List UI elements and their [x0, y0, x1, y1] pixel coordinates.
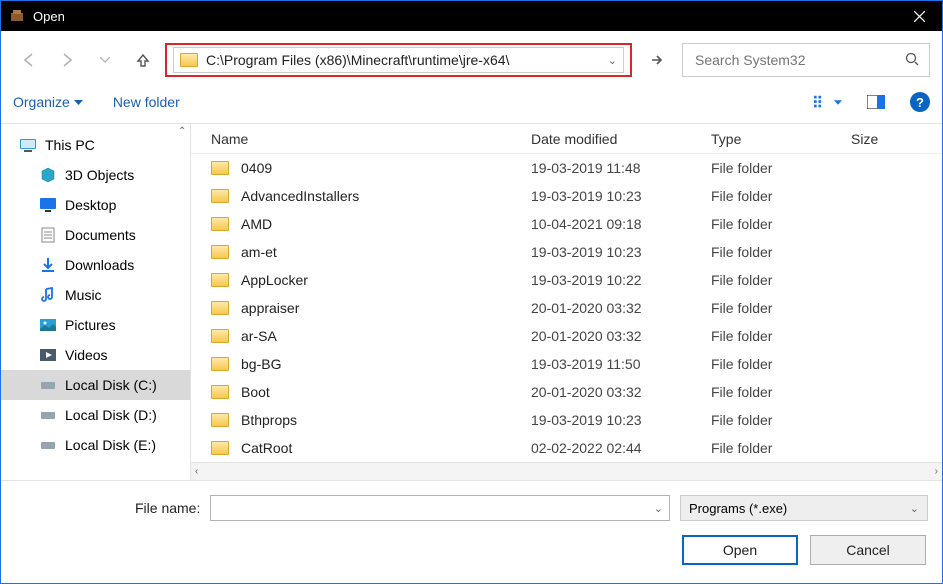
videos-icon [39, 346, 57, 364]
tree-item-downloads[interactable]: Downloads [1, 250, 190, 280]
file-row[interactable]: AdvancedInstallers19-03-2019 10:23File f… [191, 182, 942, 210]
folder-icon [211, 301, 229, 315]
file-row[interactable]: bg-BG19-03-2019 11:50File folder [191, 350, 942, 378]
open-button[interactable]: Open [682, 535, 798, 565]
app-icon [9, 8, 25, 24]
file-row[interactable]: CatRoot02-02-2022 02:44File folder [191, 434, 942, 462]
scroll-right-icon[interactable]: › [935, 466, 938, 477]
file-rows: 040919-03-2019 11:48File folderAdvancedI… [191, 154, 942, 462]
file-row[interactable]: Bthprops19-03-2019 10:23File folder [191, 406, 942, 434]
toolbar: Organize New folder ? [1, 87, 942, 124]
search-box[interactable] [682, 43, 930, 77]
view-options-button[interactable] [814, 91, 842, 113]
scroll-left-icon[interactable]: ‹ [195, 466, 198, 477]
file-row[interactable]: AMD10-04-2021 09:18File folder [191, 210, 942, 238]
folder-icon [211, 357, 229, 371]
desktop-icon [39, 196, 57, 214]
window-title: Open [33, 9, 896, 24]
titlebar: Open [1, 1, 942, 31]
organize-button[interactable]: Organize [13, 94, 83, 110]
documents-icon [39, 226, 57, 244]
column-name[interactable]: Name [211, 131, 531, 147]
cancel-button[interactable]: Cancel [810, 535, 926, 565]
file-row[interactable]: ar-SA20-01-2020 03:32File folder [191, 322, 942, 350]
nav-tree: This PC3D ObjectsDesktopDocumentsDownloa… [1, 124, 191, 480]
music-icon [39, 286, 57, 304]
address-dropdown-icon[interactable]: ⌄ [608, 54, 617, 67]
disk-icon [39, 406, 57, 424]
folder-icon [211, 161, 229, 175]
tree-item-local-disk-c-[interactable]: Local Disk (C:) [1, 370, 190, 400]
folder-icon [211, 273, 229, 287]
bottom-panel: File name: ⌄ Programs (*.exe) ⌄ Open Can… [1, 481, 942, 583]
folder-icon [180, 53, 198, 67]
tree-item-3d-objects[interactable]: 3D Objects [1, 160, 190, 190]
back-button[interactable] [13, 48, 45, 72]
file-list: Name Date modified Type Size 040919-03-2… [191, 124, 942, 480]
open-dialog: Open C:\Program Files (x86)\Minecraft\ru… [0, 0, 943, 584]
column-type[interactable]: Type [711, 131, 851, 147]
filetype-dropdown-icon: ⌄ [910, 502, 919, 515]
file-row[interactable]: 040919-03-2019 11:48File folder [191, 154, 942, 182]
search-icon [905, 52, 919, 69]
tree-item-local-disk-e-[interactable]: Local Disk (E:) [1, 430, 190, 460]
pc-icon [19, 136, 37, 154]
filename-label: File name: [135, 500, 200, 516]
tree-scroll-up-icon[interactable]: ⌃ [178, 126, 186, 137]
forward-button[interactable] [51, 48, 83, 72]
address-bar[interactable]: C:\Program Files (x86)\Minecraft\runtime… [173, 47, 624, 73]
folder-icon [211, 189, 229, 203]
folder-icon [211, 217, 229, 231]
column-headers: Name Date modified Type Size [191, 124, 942, 154]
disk-icon [39, 376, 57, 394]
file-row[interactable]: am-et19-03-2019 10:23File folder [191, 238, 942, 266]
disk-icon [39, 436, 57, 454]
tree-item-this-pc[interactable]: This PC [1, 130, 190, 160]
folder-icon [211, 329, 229, 343]
up-button[interactable] [127, 48, 159, 72]
tree-item-pictures[interactable]: Pictures [1, 310, 190, 340]
preview-pane-button[interactable] [862, 91, 890, 113]
filename-input[interactable]: ⌄ [210, 495, 670, 521]
file-row[interactable]: AppLocker19-03-2019 10:22File folder [191, 266, 942, 294]
close-button[interactable] [896, 1, 942, 31]
folder-icon [211, 245, 229, 259]
downloads-icon [39, 256, 57, 274]
search-input[interactable] [693, 51, 905, 69]
folder-icon [211, 441, 229, 455]
tree-item-music[interactable]: Music [1, 280, 190, 310]
pictures-icon [39, 316, 57, 334]
folder-icon [211, 385, 229, 399]
file-row[interactable]: Boot20-01-2020 03:32File folder [191, 378, 942, 406]
tree-item-desktop[interactable]: Desktop [1, 190, 190, 220]
column-size[interactable]: Size [851, 131, 942, 147]
address-path: C:\Program Files (x86)\Minecraft\runtime… [206, 52, 602, 68]
new-folder-button[interactable]: New folder [113, 94, 180, 110]
tree-item-documents[interactable]: Documents [1, 220, 190, 250]
filetype-dropdown[interactable]: Programs (*.exe) ⌄ [680, 495, 928, 521]
folder-icon [211, 413, 229, 427]
navbar: C:\Program Files (x86)\Minecraft\runtime… [1, 31, 942, 87]
go-button[interactable] [638, 43, 676, 77]
tree-item-videos[interactable]: Videos [1, 340, 190, 370]
3d-icon [39, 166, 57, 184]
filename-dropdown-icon[interactable]: ⌄ [654, 502, 663, 515]
horizontal-scrollbar[interactable]: ‹ › [191, 462, 942, 480]
body: ⌃ This PC3D ObjectsDesktopDocumentsDownl… [1, 124, 942, 481]
help-button[interactable]: ? [910, 92, 930, 112]
column-date[interactable]: Date modified [531, 131, 711, 147]
tree-item-local-disk-d-[interactable]: Local Disk (D:) [1, 400, 190, 430]
file-row[interactable]: appraiser20-01-2020 03:32File folder [191, 294, 942, 322]
address-bar-highlight: C:\Program Files (x86)\Minecraft\runtime… [165, 43, 632, 77]
recent-dropdown[interactable] [89, 48, 121, 72]
